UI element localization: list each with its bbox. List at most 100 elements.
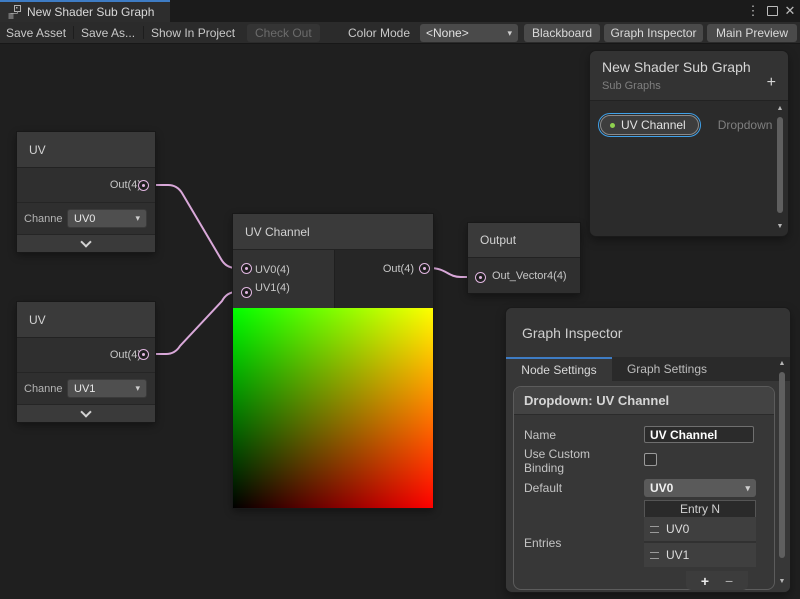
- shader-graph-window: New Shader Sub Graph ⋮ ✕ Save Asset Save…: [0, 0, 800, 599]
- add-entry-button[interactable]: +: [701, 574, 709, 588]
- entries-header: Entry N: [644, 500, 756, 517]
- scroll-down-icon[interactable]: ▼: [776, 578, 788, 586]
- blackboard-header[interactable]: New Shader Sub Graph Sub Graphs +: [590, 51, 788, 101]
- remove-entry-button[interactable]: −: [725, 574, 733, 588]
- property-type: Dropdown: [718, 118, 773, 132]
- chevron-down-icon: [80, 236, 91, 247]
- inspector-title[interactable]: Graph Inspector: [506, 308, 790, 357]
- graph-inspector-toggle-button[interactable]: Graph Inspector: [604, 24, 703, 42]
- blackboard-panel: New Shader Sub Graph Sub Graphs + UV Cha…: [590, 51, 788, 236]
- exposed-dot-icon: [610, 123, 615, 128]
- node-title[interactable]: Output: [468, 223, 580, 258]
- entry-row[interactable]: UV0: [644, 517, 756, 541]
- channel-dropdown[interactable]: UV0 ▾: [67, 209, 147, 228]
- uv-node-bottom[interactable]: UV Out(4) Channe UV1 ▾: [17, 302, 155, 422]
- uv-gradient-preview: [233, 308, 433, 508]
- port-label: UV0(4): [255, 264, 334, 276]
- property-name: UV Channel: [621, 118, 686, 132]
- uv-channel-uv1-port[interactable]: [241, 287, 252, 298]
- collapse-button[interactable]: [17, 405, 155, 422]
- uv-bottom-out-port[interactable]: [138, 349, 149, 360]
- graph-inspector-panel: Graph Inspector Node Settings Graph Sett…: [506, 308, 790, 592]
- name-label: Name: [524, 428, 556, 442]
- maximize-icon[interactable]: [763, 0, 781, 22]
- port-label: UV1(4): [255, 282, 334, 294]
- uv-channel-out-port[interactable]: [419, 263, 430, 274]
- save-as-button[interactable]: Save As...: [81, 22, 135, 43]
- blackboard-item-uv-channel[interactable]: UV Channel Dropdown: [598, 113, 772, 137]
- entry-row[interactable]: UV1: [644, 543, 756, 567]
- default-label: Default: [524, 481, 562, 495]
- blackboard-scrollbar[interactable]: ▲ ▼: [774, 105, 786, 231]
- document-tab[interactable]: New Shader Sub Graph: [0, 0, 170, 22]
- entries-footer: + −: [686, 571, 748, 590]
- channel-label: Channe: [24, 213, 67, 225]
- subgraph-icon: [8, 5, 21, 19]
- show-in-project-button[interactable]: Show In Project: [151, 22, 235, 43]
- uv-channel-uv0-port[interactable]: [241, 263, 252, 274]
- close-icon[interactable]: ✕: [781, 0, 799, 22]
- blackboard-title: New Shader Sub Graph: [602, 59, 776, 75]
- scroll-up-icon[interactable]: ▲: [776, 360, 788, 368]
- inspector-scrollbar[interactable]: ▲ ▼: [776, 360, 788, 586]
- input-ports-column: UV0(4) UV1(4): [233, 250, 335, 308]
- entry-value: UV1: [666, 548, 689, 562]
- save-asset-button[interactable]: Save Asset: [6, 22, 66, 43]
- tab-graph-settings[interactable]: Graph Settings: [612, 357, 722, 381]
- inspector-body: Dropdown: UV Channel Name Use Custom Bin…: [506, 381, 790, 592]
- color-mode-dropdown[interactable]: <None> ▾: [420, 24, 518, 42]
- menu-icon[interactable]: ⋮: [744, 0, 762, 22]
- uv-node-top[interactable]: UV Out(4) Channe UV0 ▾: [17, 132, 155, 252]
- section-title: Dropdown: UV Channel: [514, 387, 774, 415]
- chevron-down-icon: ▾: [135, 214, 140, 223]
- toolbar-separator: [143, 26, 144, 39]
- entries-label: Entries: [524, 536, 561, 550]
- scrollbar-thumb[interactable]: [779, 372, 785, 558]
- default-dropdown[interactable]: UV0 ▾: [644, 479, 756, 497]
- channel-row: Channe UV0 ▾: [17, 203, 155, 235]
- blackboard-toggle-button[interactable]: Blackboard: [524, 24, 600, 42]
- chevron-down-icon: [80, 406, 91, 417]
- channel-dropdown[interactable]: UV1 ▾: [67, 379, 147, 398]
- output-port-row: Out(4): [17, 168, 155, 203]
- node-title[interactable]: UV: [17, 302, 155, 338]
- node-title[interactable]: UV Channel: [233, 214, 433, 250]
- chevron-down-icon: ▾: [135, 384, 140, 393]
- output-ports-column: Out(4): [335, 250, 433, 308]
- color-mode-value: <None>: [426, 26, 469, 40]
- channel-label: Channe: [24, 383, 67, 395]
- inspector-tabs: Node Settings Graph Settings: [506, 357, 790, 381]
- main-preview-toggle-button[interactable]: Main Preview: [707, 24, 797, 42]
- tab-node-settings[interactable]: Node Settings: [506, 357, 612, 381]
- scroll-up-icon[interactable]: ▲: [774, 105, 786, 113]
- toolbar-separator: [73, 26, 74, 39]
- scroll-down-icon[interactable]: ▼: [774, 223, 786, 231]
- drag-handle-icon[interactable]: [650, 526, 659, 533]
- port-label: Out(4): [383, 263, 414, 275]
- use-custom-binding-checkbox[interactable]: [644, 453, 657, 466]
- port-label: Out(4): [110, 349, 141, 361]
- add-property-button[interactable]: +: [767, 75, 776, 91]
- use-custom-binding-label: Use Custom Binding: [524, 447, 604, 475]
- port-label: Out_Vector4(4): [492, 270, 567, 282]
- uv-top-out-port[interactable]: [138, 180, 149, 191]
- chevron-down-icon: ▾: [507, 29, 512, 38]
- collapse-button[interactable]: [17, 235, 155, 252]
- drag-handle-icon[interactable]: [650, 552, 659, 559]
- default-value: UV0: [650, 481, 673, 495]
- output-node[interactable]: Output Out_Vector4(4): [468, 223, 580, 293]
- output-node-in-port[interactable]: [475, 272, 486, 283]
- color-mode-label: Color Mode: [348, 22, 410, 43]
- scrollbar-thumb[interactable]: [777, 117, 783, 213]
- tab-title: New Shader Sub Graph: [27, 5, 154, 19]
- node-title[interactable]: UV: [17, 132, 155, 168]
- entries-list: Entry N UV0 UV1: [644, 500, 756, 567]
- titlebar: New Shader Sub Graph ⋮ ✕: [0, 0, 800, 22]
- port-label: Out(4): [110, 179, 141, 191]
- dropdown-settings-section: Dropdown: UV Channel Name Use Custom Bin…: [513, 386, 775, 590]
- property-pill-selected[interactable]: UV Channel: [598, 113, 701, 137]
- channel-row: Channe UV1 ▾: [17, 373, 155, 405]
- uv-channel-node[interactable]: UV Channel UV0(4) UV1(4) Out(4): [233, 214, 433, 508]
- blackboard-category: Sub Graphs: [602, 80, 776, 92]
- name-input[interactable]: [644, 426, 754, 443]
